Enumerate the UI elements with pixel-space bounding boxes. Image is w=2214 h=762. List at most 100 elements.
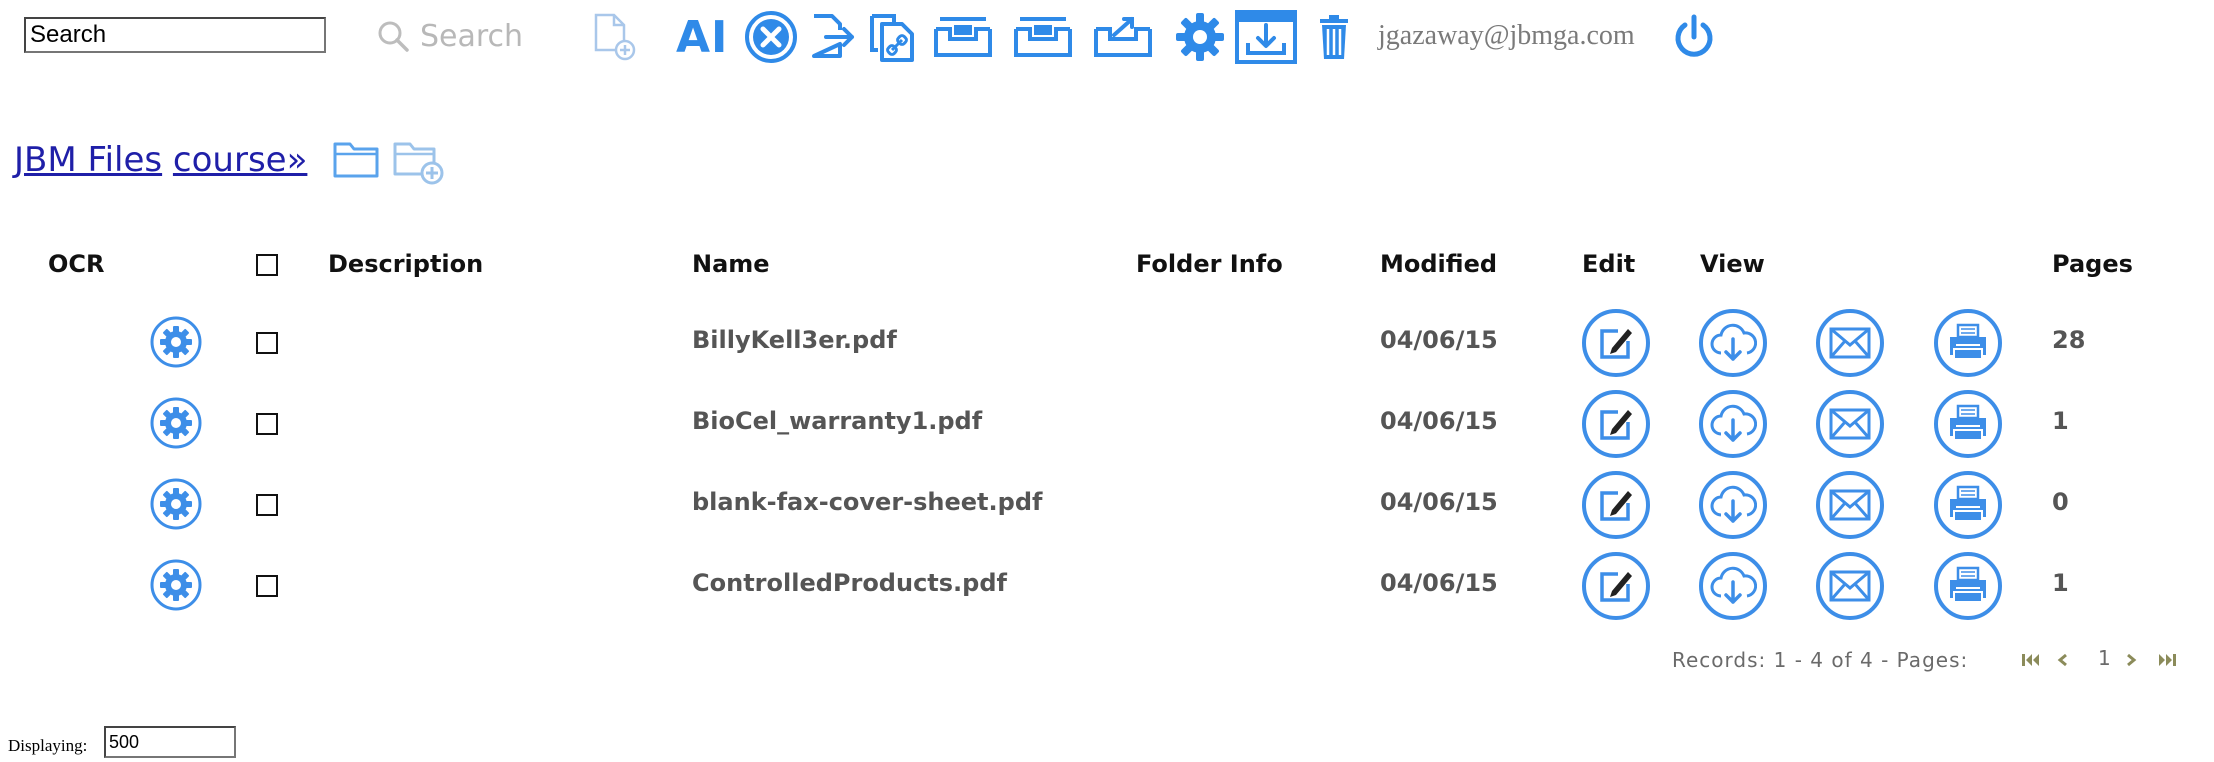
edit-icon [1600,491,1632,521]
column-header-edit: Edit [1582,250,1636,278]
edit-button[interactable] [1582,309,1650,377]
envelope-icon [1829,570,1871,602]
ocr-gear-icon[interactable] [150,478,202,530]
column-header-name[interactable]: Name [692,250,770,278]
print-button[interactable] [1934,309,2002,377]
search-input[interactable] [24,17,326,53]
inbox-tray-icon [934,17,992,57]
edit-icon [1600,572,1632,602]
export-document-icon [812,14,854,58]
edit-button[interactable] [1582,390,1650,458]
email-button[interactable] [1816,309,1884,377]
next-page-icon[interactable] [2124,652,2138,668]
print-button[interactable] [1934,390,2002,458]
email-button[interactable] [1816,390,1884,458]
print-button[interactable] [1934,471,2002,539]
cloud-download-icon [1710,323,1757,361]
row-checkbox[interactable] [256,575,278,597]
column-header-view: View [1700,250,1765,278]
trash-icon [1320,15,1348,59]
table-row: BillyKell3er.pdf 04/06/15 28 [0,302,2214,382]
column-header-folder-info[interactable]: Folder Info [1136,250,1283,278]
outbox-tray-button[interactable] [1092,10,1154,64]
row-page-count: 1 [2052,569,2069,597]
column-header-pages[interactable]: Pages [2052,250,2133,278]
ai-icon: AI [676,11,729,63]
logout-button[interactable] [1672,10,1716,64]
open-folder-button[interactable] [332,136,382,185]
edit-button[interactable] [1582,471,1650,539]
ocr-gear-icon[interactable] [150,397,202,449]
table-row: ControlledProducts.pdf 04/06/15 1 [0,545,2214,625]
add-document-icon [594,13,636,61]
row-checkbox[interactable] [256,494,278,516]
displaying-count-input[interactable] [104,726,236,758]
cloud-download-icon [1710,404,1757,442]
row-checkbox[interactable] [256,332,278,354]
email-button[interactable] [1816,552,1884,620]
breadcrumb-root-link[interactable]: JBM Files [14,140,162,180]
printer-icon [1950,566,1986,603]
row-file-name[interactable]: BillyKell3er.pdf [692,326,897,354]
link-documents-button[interactable] [868,10,920,64]
edit-icon [1600,329,1632,359]
close-circle-icon [745,11,797,63]
first-page-icon[interactable] [2020,652,2042,668]
row-page-count: 28 [2052,326,2086,354]
breadcrumb-current-link[interactable]: course» [173,140,307,180]
envelope-icon [1829,327,1871,359]
download-button[interactable] [1234,10,1298,64]
search-button[interactable]: Search [376,14,523,58]
download-tray-icon [1235,10,1297,64]
row-file-name[interactable]: blank-fax-cover-sheet.pdf [692,488,1042,516]
column-header-modified[interactable]: Modified [1380,250,1497,278]
settings-button[interactable] [1174,10,1226,64]
view-button[interactable] [1699,552,1767,620]
breadcrumb: JBM Files course» [14,140,307,180]
row-modified-date: 04/06/15 [1380,407,1498,435]
outbox-tray-icon [1094,17,1152,57]
add-folder-icon [393,142,444,185]
view-button[interactable] [1699,471,1767,539]
column-header-description[interactable]: Description [328,250,483,278]
edit-icon [1600,410,1632,440]
printer-icon [1950,323,1986,360]
add-folder-button[interactable] [392,136,446,191]
edit-button[interactable] [1582,552,1650,620]
row-file-name[interactable]: BioCel_warranty1.pdf [692,407,982,435]
ocr-gear-icon[interactable] [150,316,202,368]
search-button-label: Search [420,18,524,54]
row-file-name[interactable]: ControlledProducts.pdf [692,569,1007,597]
last-page-icon[interactable] [2156,652,2178,668]
envelope-icon [1829,489,1871,521]
cancel-button[interactable] [744,10,798,64]
pager-current-page[interactable]: 1 [2098,646,2111,670]
printer-icon [1950,404,1986,441]
row-page-count: 0 [2052,488,2069,516]
envelope-icon [1829,408,1871,440]
records-summary: Records: 1 - 4 of 4 - Pages: [1672,648,1969,672]
cloud-download-icon [1710,485,1757,523]
row-modified-date: 04/06/15 [1380,326,1498,354]
link-documents-icon [870,14,914,62]
inbox-tray-icon [1014,17,1072,57]
select-all-checkbox[interactable] [256,254,278,276]
previous-page-icon[interactable] [2056,652,2070,668]
magnifier-icon [378,21,409,52]
ocr-gear-icon[interactable] [150,559,202,611]
ai-button[interactable]: AI [676,10,728,64]
displaying-label: Displaying: [8,736,88,755]
row-checkbox[interactable] [256,413,278,435]
inbox-tray-button-1[interactable] [932,10,994,64]
export-button[interactable] [808,10,858,64]
view-button[interactable] [1699,309,1767,377]
email-button[interactable] [1816,471,1884,539]
cloud-download-icon [1710,566,1757,604]
view-button[interactable] [1699,390,1767,458]
row-modified-date: 04/06/15 [1380,488,1498,516]
new-document-button[interactable] [592,10,638,64]
row-page-count: 1 [2052,407,2069,435]
print-button[interactable] [1934,552,2002,620]
inbox-tray-button-2[interactable] [1012,10,1074,64]
delete-button[interactable] [1316,10,1352,64]
